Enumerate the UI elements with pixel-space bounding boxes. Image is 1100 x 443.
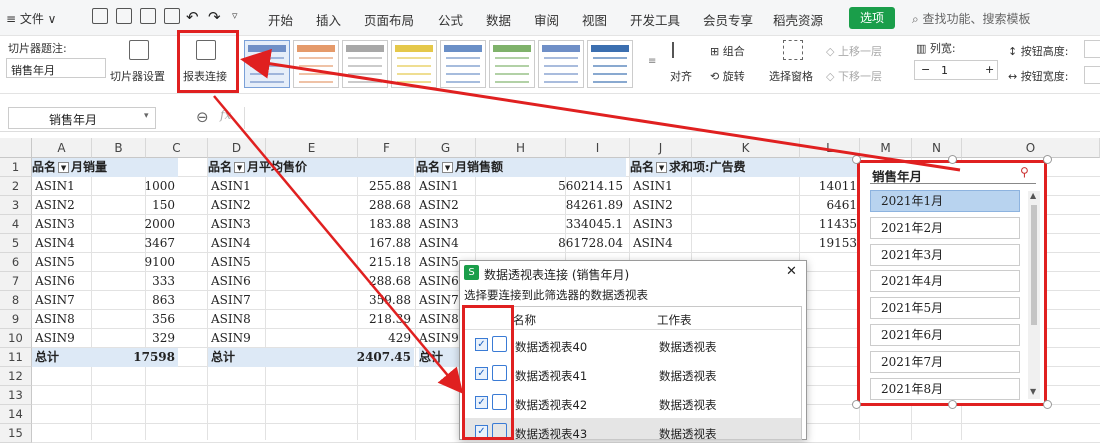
arrow-slicer-to-report-connection [240, 48, 961, 172]
arrow-report-connection-to-dialog [213, 95, 464, 394]
annotation-arrows [213, 48, 961, 394]
